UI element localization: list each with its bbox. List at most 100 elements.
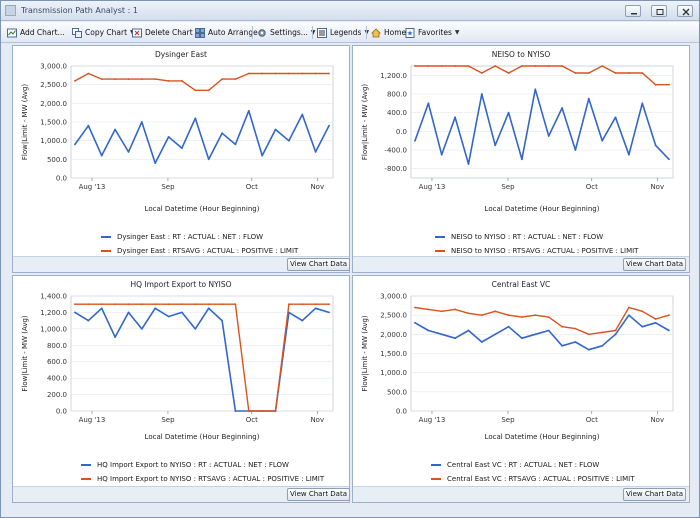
series-point [654, 83, 657, 86]
legend-swatch [101, 236, 111, 238]
line-chart[interactable]: 1,200.0 800.0 400.0 0.0 -400.0 -800.0 Aug '13 S… [353, 46, 689, 241]
series-point [547, 329, 550, 332]
series-point [440, 153, 443, 156]
series-point [654, 144, 657, 147]
series-point [154, 78, 157, 80]
title-bar[interactable]: Transmission Path Analyst : 1 [1, 1, 699, 21]
x-tick-label: Nov [310, 183, 324, 191]
series-point [534, 333, 537, 336]
minimize-button[interactable] [625, 5, 641, 17]
home-icon [371, 27, 381, 37]
series-point [154, 303, 157, 306]
series-point [167, 315, 170, 318]
legend-label: HQ Import Export to NYISO : RT : ACTUAL … [97, 461, 289, 469]
series-point [114, 78, 116, 80]
chart-legend: Dysinger East : RT : ACTUAL : NET : FLOW… [101, 230, 298, 258]
legends-button[interactable]: Legends ▼ [317, 25, 369, 40]
chart-pane-dysinger-east[interactable]: Dysinger East 3,000.0 2,500.0 2,000.0 1,500… [12, 45, 350, 273]
y-tick-label: 1,000.0 [40, 325, 67, 333]
view-chart-data-button[interactable]: View Chart Data [287, 488, 350, 501]
chevron-down-icon: ▼ [454, 29, 460, 36]
y-tick-label: 1,200.0 [380, 72, 407, 80]
x-axis-label: Local Datetime (Hour Beginning) [145, 433, 260, 441]
series-point [314, 303, 317, 306]
series-point [207, 158, 210, 161]
legend-swatch [81, 478, 91, 480]
series-point [574, 149, 577, 151]
add-chart-button[interactable]: Add Chart... [7, 25, 65, 40]
copy-chart-icon [72, 27, 82, 38]
series-point [454, 116, 456, 119]
y-tick-label: 800.0 [387, 91, 407, 99]
x-tick-label: Aug '13 [419, 183, 446, 191]
x-tick-label: Nov [310, 416, 324, 424]
series-point [167, 303, 170, 306]
delete-chart-label: Delete Chart [145, 28, 193, 37]
series-point [140, 303, 143, 306]
x-tick-label: Sep [161, 416, 175, 424]
y-tick-label: -800.0 [384, 165, 407, 173]
series-point [87, 72, 90, 75]
series-point [194, 89, 197, 92]
chart-pane-hq-import-export[interactable]: HQ Import Export to NYISO 1,400.0 1,200.0… [12, 275, 350, 503]
restore-button[interactable] [651, 5, 667, 17]
series-point [288, 303, 290, 306]
x-tick-label: Nov [650, 183, 664, 191]
series-point [440, 65, 443, 67]
series-point [521, 316, 523, 318]
series-point [521, 337, 523, 340]
y-tick-label: 0.0 [56, 175, 67, 183]
view-chart-data-button[interactable]: View Chart Data [287, 258, 350, 271]
legend-label: NEISO to NYISO : RT : ACTUAL : NET : FLO… [451, 233, 604, 241]
series-point [454, 308, 456, 311]
settings-label: Settings... [270, 28, 308, 37]
series-point [494, 310, 497, 313]
view-chart-data-button[interactable]: View Chart Data [623, 258, 686, 271]
line-chart[interactable]: 3,000.0 2,500.0 2,000.0 1,500.0 1,000.0 500.0… [353, 276, 689, 451]
series-point [100, 303, 103, 306]
chart-legend: HQ Import Export to NYISO : RT : ACTUAL … [81, 458, 324, 486]
series-point [207, 307, 210, 310]
series-point [427, 65, 430, 67]
legend-swatch [435, 250, 445, 252]
y-tick-label: 1,500.0 [40, 119, 67, 127]
copy-chart-button[interactable]: Copy Chart ▼ [72, 25, 135, 40]
series-point [328, 303, 330, 306]
series-point [547, 65, 550, 67]
line-chart[interactable]: 1,400.0 1,200.0 1,000.0 800.0 600.0 400.0 200.… [13, 276, 349, 451]
chart-legend: NEISO to NYISO : RT : ACTUAL : NET : FLO… [435, 230, 638, 258]
chart-pane-central-east-vc[interactable]: Central East VC 3,000.0 2,500.0 2,000.0 1,5… [352, 275, 690, 503]
series-point [494, 333, 497, 336]
close-icon [682, 8, 690, 16]
auto-arrange-button[interactable]: Auto Arrange [195, 25, 258, 40]
series-point [87, 303, 90, 306]
series-point [247, 410, 250, 412]
delete-chart-button[interactable]: Delete Chart ▼ [132, 25, 200, 40]
series-point [454, 65, 456, 67]
legend-swatch [101, 250, 111, 252]
line-chart[interactable]: 3,000.0 2,500.0 2,000.0 1,500.0 1,000.0 500.0… [13, 46, 349, 241]
series-point [628, 314, 630, 317]
favorites-button[interactable]: Favorites ▼ [405, 25, 460, 40]
series-point [561, 65, 563, 67]
restore-icon [656, 9, 664, 15]
series-point [427, 329, 430, 332]
settings-button[interactable]: Settings... ▼ [257, 25, 316, 40]
series-point [414, 65, 416, 67]
series-point [494, 65, 497, 67]
series-point [480, 93, 483, 95]
series-point [234, 410, 237, 412]
series-point [641, 325, 644, 328]
series-point [314, 307, 317, 310]
chart-pane-neiso-to-nyiso[interactable]: NEISO to NYISO 1,200.0 800.0 400.0 0.0 -400.… [352, 45, 690, 273]
y-tick-label: 1,000.0 [40, 137, 67, 145]
gear-icon [258, 28, 266, 37]
series-point [140, 121, 143, 123]
series-point [414, 321, 416, 324]
series-point [654, 321, 657, 324]
home-button[interactable]: Home [371, 25, 406, 40]
close-button[interactable] [677, 5, 693, 17]
view-chart-data-button[interactable]: View Chart Data [623, 488, 686, 501]
series-point [207, 89, 210, 92]
series-point [614, 116, 617, 119]
